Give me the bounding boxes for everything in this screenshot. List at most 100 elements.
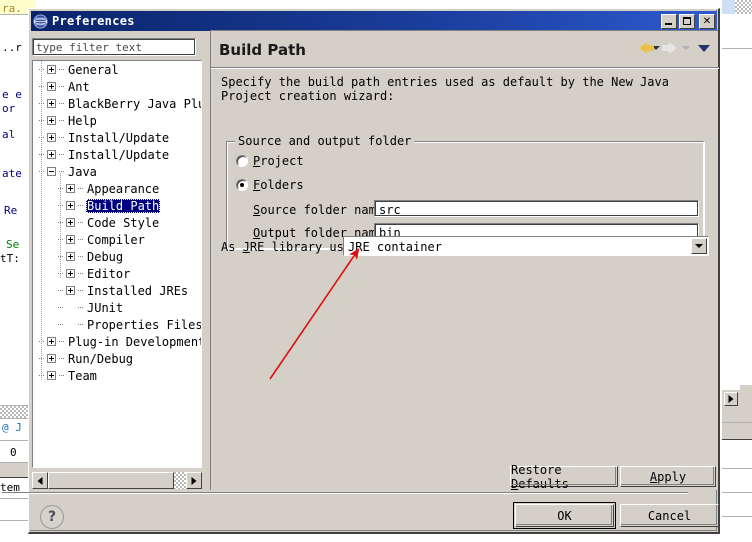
tree-guide-dots [59, 137, 65, 138]
restore-defaults-button[interactable]: Restore Defaults [510, 463, 618, 491]
radio-folders-indicator [236, 179, 248, 191]
jre-library-label: As JRE library use: [221, 240, 359, 254]
radio-project-indicator [236, 155, 248, 167]
tree-expand-icon[interactable] [47, 371, 56, 380]
tree-horizontal-scrollbar[interactable] [32, 472, 202, 489]
tree-item-team[interactable]: Team [33, 367, 201, 384]
tree-expand-icon[interactable] [66, 235, 75, 244]
preferences-tree[interactable]: General Ant BlackBerry Java Plug-in Help Ins… [32, 60, 202, 468]
tree-item-help[interactable]: Help [33, 112, 201, 129]
tree-guide-dots [39, 137, 45, 138]
tree-guide-dots [78, 239, 84, 240]
tree-guide-dots [59, 375, 65, 376]
tree-expand-icon[interactable] [47, 337, 56, 346]
apply-button[interactable]: Apply [620, 466, 716, 487]
tree-item-compiler[interactable]: Compiler [33, 231, 201, 248]
tree-item-label: Debug [87, 249, 124, 264]
tree-item-editor[interactable]: Editor [33, 265, 201, 282]
tree-guide-dots [39, 69, 45, 70]
background-divider [722, 468, 752, 469]
tree-expand-icon[interactable] [66, 218, 75, 227]
back-arrow-icon[interactable] [639, 42, 654, 54]
close-icon: ✕ [702, 15, 712, 27]
tree-expand-icon[interactable] [66, 286, 75, 295]
page-title: Build Path [219, 41, 306, 59]
tree-expand-icon[interactable] [66, 184, 75, 193]
tree-item-debug[interactable]: Debug [33, 248, 201, 265]
background-strip [722, 408, 752, 422]
tree-guide-dots [58, 256, 64, 257]
tree-item-plug-in-development[interactable]: Plug-in Development [33, 333, 201, 350]
source-folder-input[interactable]: src [374, 200, 699, 217]
tree-item-install-update[interactable]: Install/Update [33, 146, 201, 163]
tree-guide-dots [59, 86, 65, 87]
page-menu-chevron-down-icon[interactable] [698, 44, 710, 52]
tree-expand-icon[interactable] [47, 116, 56, 125]
scroll-right-button[interactable] [186, 472, 202, 489]
tree-item-properties-files-edit[interactable]: Properties Files Edit [33, 316, 201, 333]
source-folder-label: Source folder name: [253, 203, 391, 217]
tree-item-junit[interactable]: JUnit [33, 299, 201, 316]
forward-history-chevron-down-icon[interactable] [682, 46, 690, 50]
minimize-icon [665, 22, 672, 25]
tree-guide-dots [58, 273, 64, 274]
radio-folders[interactable]: Folders [236, 178, 304, 192]
tree-guide-dots [58, 205, 64, 206]
scrollbar-track[interactable] [48, 472, 186, 489]
jre-library-combobox[interactable]: JRE container [343, 236, 709, 256]
close-button[interactable]: ✕ [699, 13, 715, 29]
maximize-button[interactable] [679, 13, 695, 29]
tree-item-label: BlackBerry Java Plug-in [68, 96, 201, 111]
tree-guide-dots [59, 69, 65, 70]
background-scroll-right-button[interactable] [724, 392, 738, 406]
radio-folders-label: Folders [253, 178, 304, 192]
tree-expand-icon[interactable] [47, 65, 56, 74]
cancel-label: Cancel [647, 508, 692, 523]
scroll-left-button[interactable] [32, 472, 48, 489]
tree-expand-icon[interactable] [47, 133, 56, 142]
scrollbar-thumb[interactable] [48, 472, 174, 489]
tree-guide-dots [59, 358, 65, 359]
tree-item-general[interactable]: General [33, 61, 201, 78]
page-description: Specify the build path entries used as d… [221, 75, 669, 103]
tree-item-appearance[interactable]: Appearance [33, 180, 201, 197]
tree-guide-dots [39, 358, 45, 359]
tree-expand-icon[interactable] [47, 354, 56, 363]
source-output-group-legend: Source and output folder [235, 134, 415, 148]
tree-item-run-debug[interactable]: Run/Debug [33, 350, 201, 367]
tree-expand-icon[interactable] [66, 252, 75, 261]
eclipse-globe-icon [33, 13, 48, 29]
background-panel [722, 440, 752, 542]
filter-input[interactable]: type filter text [32, 38, 196, 56]
tree-item-build-path[interactable]: Build Path [33, 197, 201, 214]
tree-expand-icon[interactable] [66, 269, 75, 278]
tree-item-blackberry-java-plug-in[interactable]: BlackBerry Java Plug-in [33, 95, 201, 112]
tree-item-install-update[interactable]: Install/Update [33, 129, 201, 146]
ok-label: OK [557, 508, 572, 523]
radio-project[interactable]: Project [236, 154, 304, 168]
jre-library-dropdown-button[interactable] [691, 238, 707, 254]
tree-collapse-icon[interactable] [47, 167, 56, 176]
tree-guide-dots [39, 171, 45, 172]
forward-arrow-icon[interactable] [662, 42, 677, 54]
tree-guide-dots [58, 324, 64, 325]
tree-expand-icon[interactable] [47, 99, 56, 108]
help-button[interactable]: ? [40, 505, 64, 529]
dialog-titlebar[interactable]: Preferences ✕ [31, 11, 717, 31]
tree-item-installed-jres[interactable]: Installed JREs [33, 282, 201, 299]
ok-button[interactable]: OK [513, 502, 616, 529]
tree-expand-icon[interactable] [47, 150, 56, 159]
background-code-line: e e [2, 88, 22, 101]
tree-item-code-style[interactable]: Code Style [33, 214, 201, 231]
tree-expand-icon[interactable] [47, 82, 56, 91]
tree-item-ant[interactable]: Ant [33, 78, 201, 95]
cancel-button[interactable]: Cancel [620, 504, 719, 527]
tree-expand-icon[interactable] [66, 201, 75, 210]
chevron-down-icon [695, 244, 703, 248]
tree-item-java[interactable]: Java [33, 163, 201, 180]
background-panel [722, 14, 752, 390]
restore-defaults-label: Restore Defaults [511, 462, 569, 491]
minimize-button[interactable] [661, 13, 677, 29]
background-button[interactable] [740, 385, 752, 397]
